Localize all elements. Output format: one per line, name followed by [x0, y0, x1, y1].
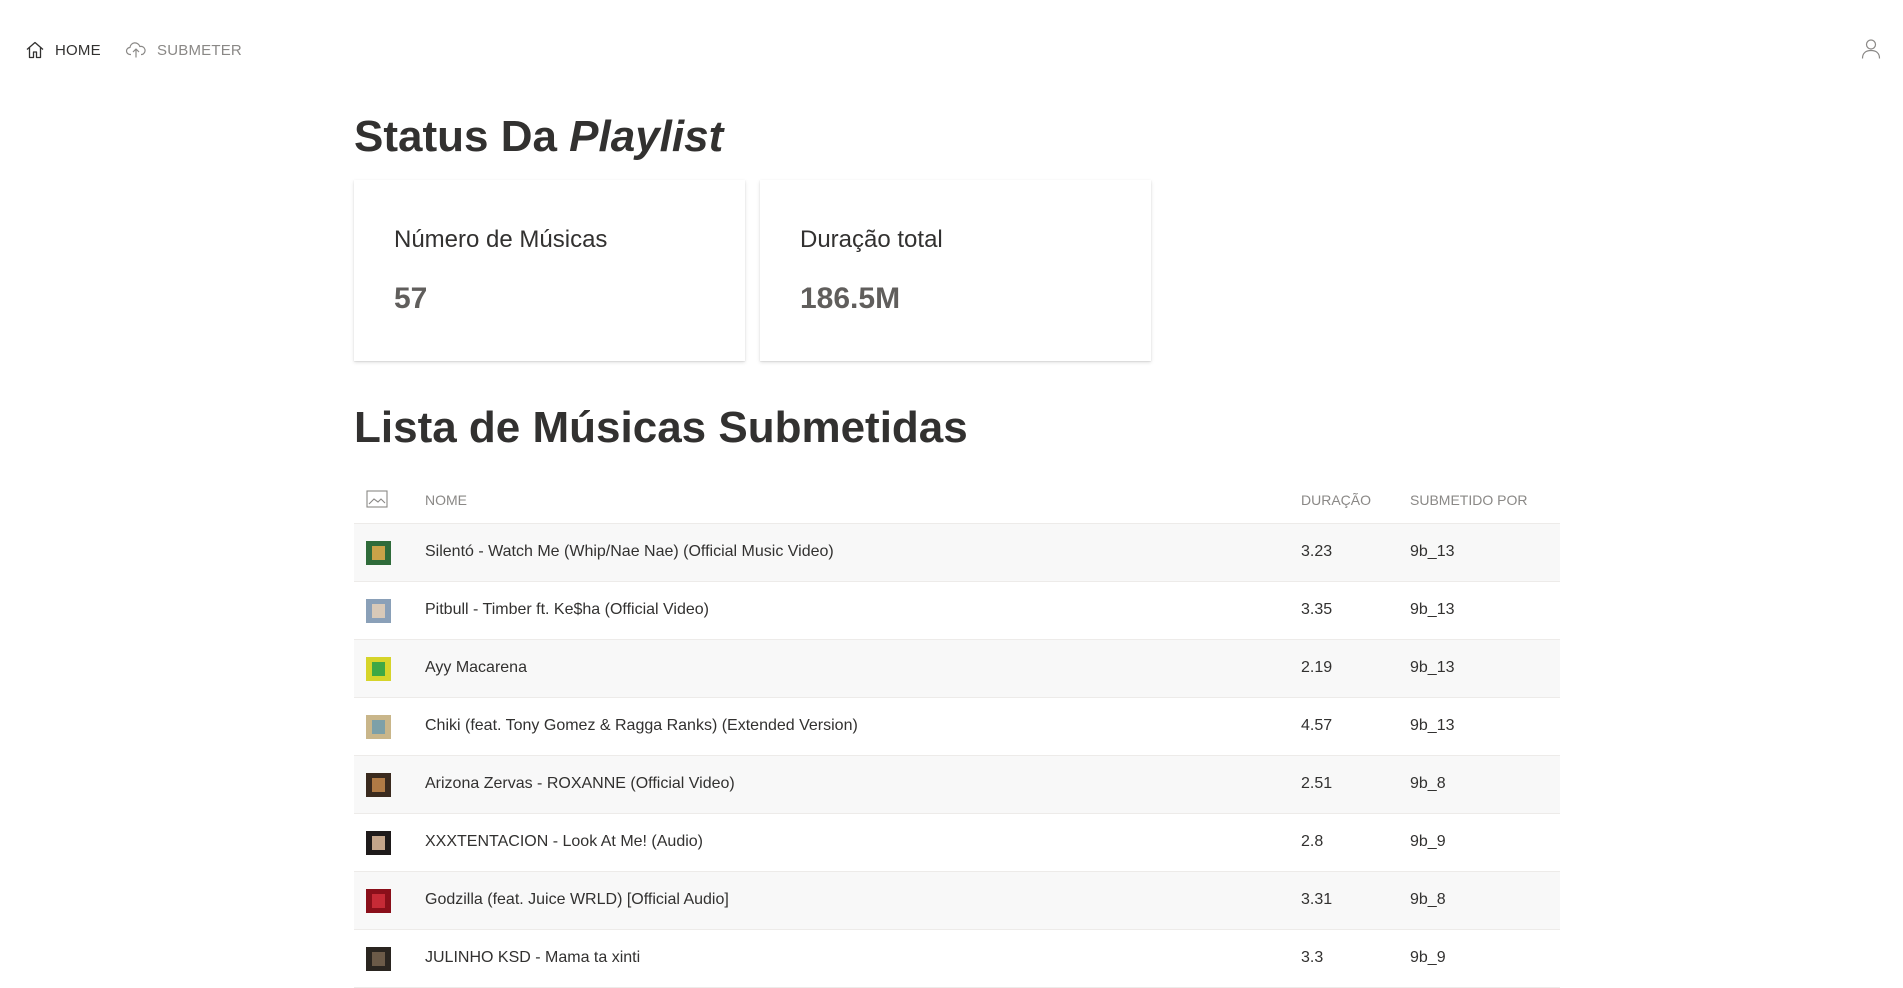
table-row[interactable]: Pitbull - Timber ft. Ke$ha (Official Vid…: [354, 582, 1560, 640]
song-thumbnail: [366, 715, 391, 739]
song-name: JULINHO KSD - Mama ta xinti: [425, 949, 641, 966]
song-name: Pitbull - Timber ft. Ke$ha (Official Vid…: [425, 601, 709, 618]
nav-submit[interactable]: SUBMETER: [125, 40, 242, 60]
home-icon: [26, 41, 44, 59]
header-submitted-by[interactable]: SUBMETIDO POR: [1410, 492, 1527, 508]
stat-card-label: Duração total: [800, 226, 943, 253]
song-submitter: 9b_8: [1410, 891, 1446, 908]
stat-card-label: Número de Músicas: [394, 226, 608, 253]
song-thumbnail: [366, 773, 391, 797]
nav-home[interactable]: HOME: [25, 40, 101, 60]
song-duration: 3.3: [1301, 949, 1324, 966]
song-thumbnail: [366, 947, 391, 971]
stat-card-value: 186.5M: [800, 282, 901, 315]
stat-card-value: 57: [394, 282, 428, 315]
song-submitter: 9b_8: [1410, 775, 1446, 792]
stat-card-total-duration: Duração total 186.5M: [760, 180, 1151, 361]
song-duration: 2.51: [1301, 775, 1333, 792]
song-duration: 4.57: [1301, 717, 1333, 734]
header-name[interactable]: NOME: [425, 492, 467, 508]
song-thumbnail: [366, 657, 391, 681]
top-nav: HOME SUBMETER: [0, 0, 1903, 100]
song-thumbnail: [366, 599, 391, 623]
table-row[interactable]: Silentó - Watch Me (Whip/Nae Nae) (Offic…: [354, 524, 1560, 582]
status-title: Status Da Playlist: [354, 112, 724, 161]
user-account-button[interactable]: [1861, 38, 1881, 65]
song-submitter: 9b_9: [1410, 833, 1446, 850]
song-duration: 3.23: [1301, 543, 1333, 560]
song-name: XXXTENTACION - Look At Me! (Audio): [425, 833, 704, 850]
cloud-upload-icon: [125, 42, 146, 58]
table-header: NOME DURAÇÃO SUBMETIDO POR: [354, 478, 1560, 524]
table-row[interactable]: Chiki (feat. Tony Gomez & Ragga Ranks) (…: [354, 698, 1560, 756]
nav-home-label: HOME: [55, 41, 101, 59]
song-duration: 2.8: [1301, 833, 1324, 850]
song-name: Arizona Zervas - ROXANNE (Official Video…: [425, 775, 735, 792]
table-row[interactable]: XXXTENTACION - Look At Me! (Audio) 2.8 9…: [354, 814, 1560, 872]
song-submitter: 9b_13: [1410, 601, 1455, 618]
song-name: Godzilla (feat. Juice WRLD) [Official Au…: [425, 891, 729, 908]
stat-card-song-count: Número de Músicas 57: [354, 180, 745, 361]
song-name: Silentó - Watch Me (Whip/Nae Nae) (Offic…: [425, 543, 834, 560]
song-thumbnail: [366, 889, 391, 913]
table-row[interactable]: Godzilla (feat. Juice WRLD) [Official Au…: [354, 872, 1560, 930]
song-duration: 3.31: [1301, 891, 1333, 908]
song-submitter: 9b_13: [1410, 717, 1455, 734]
song-list-title: Lista de Músicas Submetidas: [354, 403, 968, 452]
song-duration: 2.19: [1301, 659, 1333, 676]
song-duration: 3.35: [1301, 601, 1333, 618]
song-name: Ayy Macarena: [425, 659, 527, 676]
table-row[interactable]: Arizona Zervas - ROXANNE (Official Video…: [354, 756, 1560, 814]
song-name: Chiki (feat. Tony Gomez & Ragga Ranks) (…: [425, 717, 858, 734]
header-duration[interactable]: DURAÇÃO: [1301, 492, 1371, 508]
song-thumbnail: [366, 541, 391, 565]
table-row[interactable]: Ayy Macarena 2.19 9b_13: [354, 640, 1560, 698]
image-column-icon: [366, 490, 388, 511]
song-submitter: 9b_9: [1410, 949, 1446, 966]
nav-submit-label: SUBMETER: [157, 41, 242, 59]
song-table: NOME DURAÇÃO SUBMETIDO POR Silentó - Wat…: [354, 478, 1560, 988]
song-submitter: 9b_13: [1410, 543, 1455, 560]
user-icon: [1861, 39, 1881, 59]
song-submitter: 9b_13: [1410, 659, 1455, 676]
song-thumbnail: [366, 831, 391, 855]
table-row[interactable]: JULINHO KSD - Mama ta xinti 3.3 9b_9: [354, 930, 1560, 988]
